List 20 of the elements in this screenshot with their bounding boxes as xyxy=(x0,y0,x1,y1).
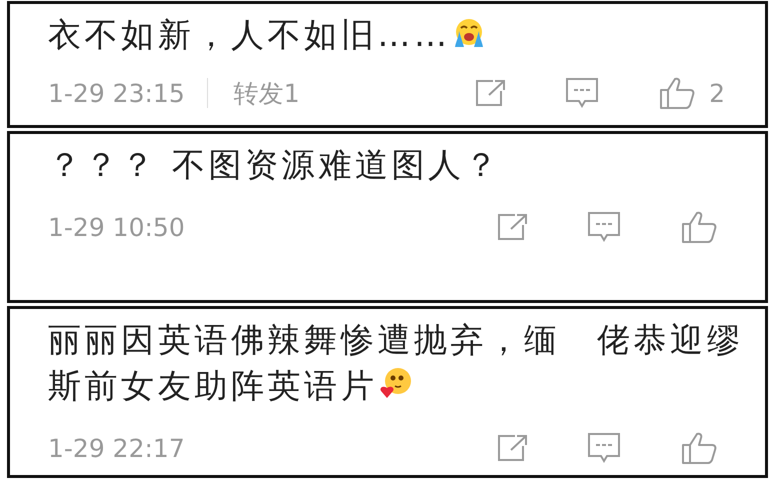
comment-text: 斯前女友助阵英语片 xyxy=(48,366,378,405)
smiling-face-icon xyxy=(379,366,414,400)
repost-count[interactable]: 转发1 xyxy=(234,76,300,110)
share-icon[interactable] xyxy=(475,79,508,107)
timestamp: 1-29 22:17 xyxy=(48,434,185,462)
thumbs-up-icon[interactable] xyxy=(681,210,717,244)
share-icon[interactable] xyxy=(497,434,529,462)
comment-icon[interactable] xyxy=(565,77,600,109)
like-count: 2 xyxy=(709,78,725,108)
comment-text: ？？？ 不图资源难道图人？ xyxy=(48,145,502,184)
comment-text: 丽丽因英语佛辣舞惨遭抛弃，缅 佬恭迎缪 xyxy=(48,320,744,359)
timestamp: 1-29 23:15 xyxy=(48,78,185,108)
timestamp: 1-29 10:50 xyxy=(48,212,185,242)
comment-icon[interactable] xyxy=(587,432,621,464)
thumbs-up-icon[interactable] xyxy=(659,76,696,110)
thumbs-up-icon[interactable] xyxy=(681,431,717,465)
comment-icon[interactable] xyxy=(587,211,621,243)
comment-text: 衣不如新，人不如旧…… xyxy=(48,15,451,54)
share-icon[interactable] xyxy=(497,213,529,241)
crying-face-icon xyxy=(452,17,485,49)
